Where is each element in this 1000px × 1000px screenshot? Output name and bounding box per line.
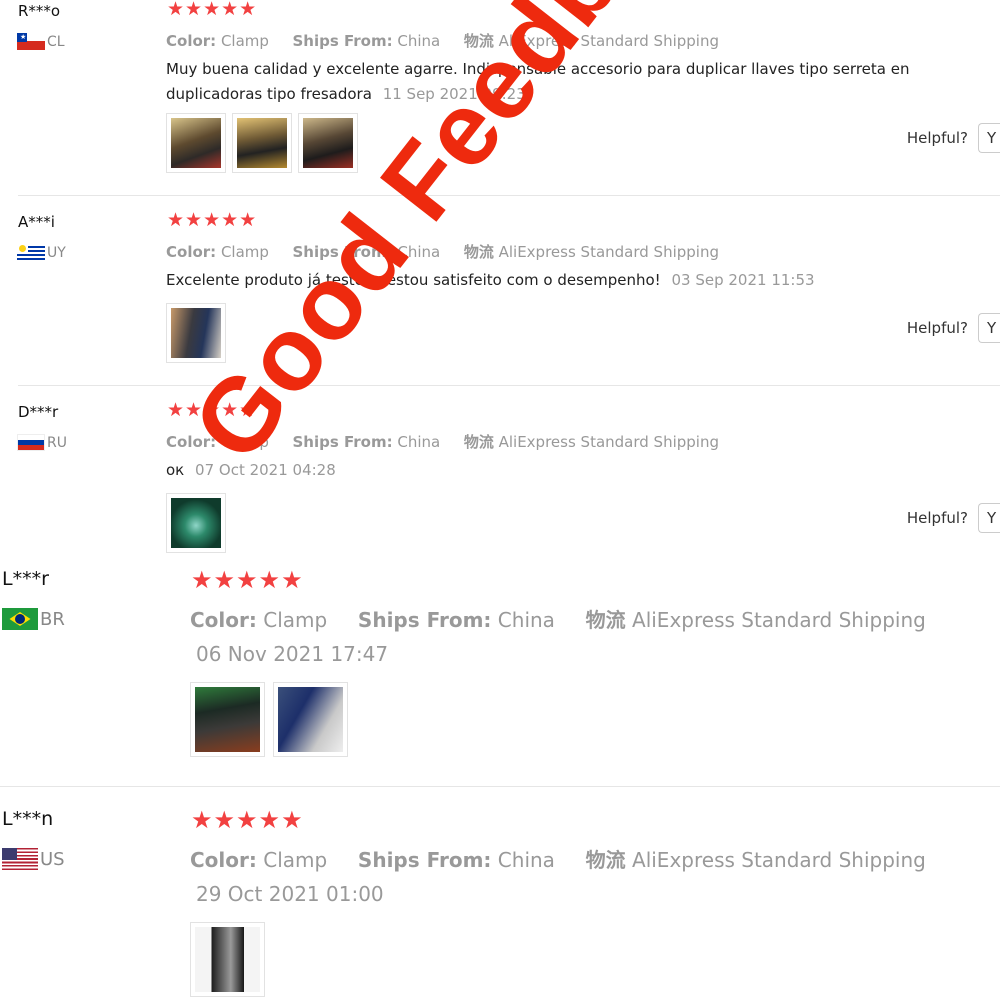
review-body: ок xyxy=(166,461,185,479)
reviewer-name: A***i xyxy=(18,213,55,231)
country-code: US xyxy=(40,848,65,870)
review-meta: Color: Clamp Ships From: China 物流 AliExp… xyxy=(166,241,719,262)
review-date: 29 Oct 2021 01:00 xyxy=(196,882,384,906)
logistics-key: 物流 xyxy=(585,608,626,632)
color-key: Color: xyxy=(190,848,257,872)
review-date: 06 Nov 2021 17:47 xyxy=(196,642,389,666)
reviewer-country: RU xyxy=(17,434,67,451)
helpful-label: Helpful? xyxy=(906,129,968,147)
review-date: 11 Sep 2021 09:23 xyxy=(382,85,526,103)
usa-flag-icon xyxy=(2,848,38,870)
review-photos xyxy=(166,113,358,173)
reviewer-name: L***r xyxy=(2,568,49,590)
review-body: Muy buena calidad y excelente agarre. In… xyxy=(166,60,910,103)
ships-from-value: China xyxy=(497,608,555,632)
review-photo[interactable] xyxy=(190,922,265,997)
reviewer-name: R***o xyxy=(18,2,61,20)
star-rating: ★★★★★ xyxy=(191,806,304,834)
review-text: 06 Nov 2021 17:47 xyxy=(190,642,990,667)
review-date: 03 Sep 2021 11:53 xyxy=(671,271,815,289)
review-photos xyxy=(166,493,226,553)
shipping-value: AliExpress Standard Shipping xyxy=(498,243,719,261)
logistics-key: 物流 xyxy=(585,848,626,872)
review-text: Excelente produto já testei e estou sati… xyxy=(166,268,1000,293)
divider xyxy=(18,385,1000,386)
review-date: 07 Oct 2021 04:28 xyxy=(195,461,336,479)
country-code: UY xyxy=(47,244,66,261)
review-photo[interactable] xyxy=(166,303,226,363)
review-body: Excelente produto já testei e estou sati… xyxy=(166,271,661,289)
review-photos xyxy=(190,682,348,757)
helpful-widget: Helpful? Y xyxy=(907,313,1000,343)
color-value: Clamp xyxy=(263,608,328,632)
uruguay-flag-icon xyxy=(17,244,45,261)
review-photos xyxy=(166,303,226,363)
shipping-value: AliExpress Standard Shipping xyxy=(632,608,926,632)
country-code: BR xyxy=(40,608,65,630)
color-key: Color: xyxy=(190,608,257,632)
ships-from-key: Ships From: xyxy=(292,32,393,50)
star-rating: ★★★★★ xyxy=(167,399,258,421)
helpful-label: Helpful? xyxy=(906,509,968,527)
review-photo[interactable] xyxy=(190,682,265,757)
helpful-yes-button[interactable]: Y xyxy=(978,503,1000,533)
helpful-widget: Helpful? Y xyxy=(907,123,1000,153)
review-meta: Color: Clamp Ships From: China 物流 AliExp… xyxy=(166,431,719,452)
helpful-widget: Helpful? Y xyxy=(907,503,1000,533)
reviewer-country: ★ CL xyxy=(17,33,65,50)
shipping-value: AliExpress Standard Shipping xyxy=(498,32,719,50)
helpful-yes-button[interactable]: Y xyxy=(978,313,1000,343)
logistics-key: 物流 xyxy=(463,32,494,50)
star-rating: ★★★★★ xyxy=(167,209,258,231)
reviewer-country: BR xyxy=(2,608,65,630)
star-rating: ★★★★★ xyxy=(191,566,304,594)
review-meta: Color: Clamp Ships From: China 物流 AliExp… xyxy=(166,30,719,51)
review-photo[interactable] xyxy=(166,113,226,173)
logistics-key: 物流 xyxy=(463,243,494,261)
divider xyxy=(18,195,1000,196)
review-photos xyxy=(190,922,265,997)
color-key: Color: xyxy=(166,32,217,50)
color-value: Clamp xyxy=(220,433,269,451)
reviewer-name: L***n xyxy=(2,808,54,830)
shipping-value: AliExpress Standard Shipping xyxy=(632,848,926,872)
color-key: Color: xyxy=(166,243,217,261)
review-photo[interactable] xyxy=(232,113,292,173)
divider xyxy=(0,786,1000,787)
review-meta: Color: Clamp Ships From: China 物流 AliExp… xyxy=(190,604,926,633)
reviewer-name: D***r xyxy=(18,403,59,421)
reviewer-country: UY xyxy=(17,244,66,261)
reviewer-country: US xyxy=(2,848,65,870)
ships-from-key: Ships From: xyxy=(357,608,492,632)
country-code: RU xyxy=(47,434,67,451)
review-meta: Color: Clamp Ships From: China 物流 AliExp… xyxy=(190,844,926,873)
review-text: ок 07 Oct 2021 04:28 xyxy=(166,458,1000,483)
ships-from-value: China xyxy=(397,32,441,50)
ships-from-value: China xyxy=(397,433,441,451)
star-rating: ★★★★★ xyxy=(167,0,258,20)
helpful-label: Helpful? xyxy=(906,319,968,337)
color-value: Clamp xyxy=(263,848,328,872)
review-text: 29 Oct 2021 01:00 xyxy=(190,882,990,907)
helpful-yes-button[interactable]: Y xyxy=(978,123,1000,153)
review-photo[interactable] xyxy=(166,493,226,553)
shipping-value: AliExpress Standard Shipping xyxy=(498,433,719,451)
ships-from-key: Ships From: xyxy=(292,243,393,261)
color-value: Clamp xyxy=(220,32,269,50)
chile-flag-icon: ★ xyxy=(17,33,45,50)
ships-from-key: Ships From: xyxy=(357,848,492,872)
ships-from-key: Ships From: xyxy=(292,433,393,451)
brazil-flag-icon xyxy=(2,608,38,630)
country-code: CL xyxy=(47,33,65,50)
ships-from-value: China xyxy=(497,848,555,872)
logistics-key: 物流 xyxy=(463,433,494,451)
review-photo[interactable] xyxy=(298,113,358,173)
review-photo[interactable] xyxy=(273,682,348,757)
ships-from-value: China xyxy=(397,243,441,261)
russia-flag-icon xyxy=(17,434,45,451)
color-value: Clamp xyxy=(220,243,269,261)
review-text: Muy buena calidad y excelente agarre. In… xyxy=(166,57,1000,107)
color-key: Color: xyxy=(166,433,217,451)
